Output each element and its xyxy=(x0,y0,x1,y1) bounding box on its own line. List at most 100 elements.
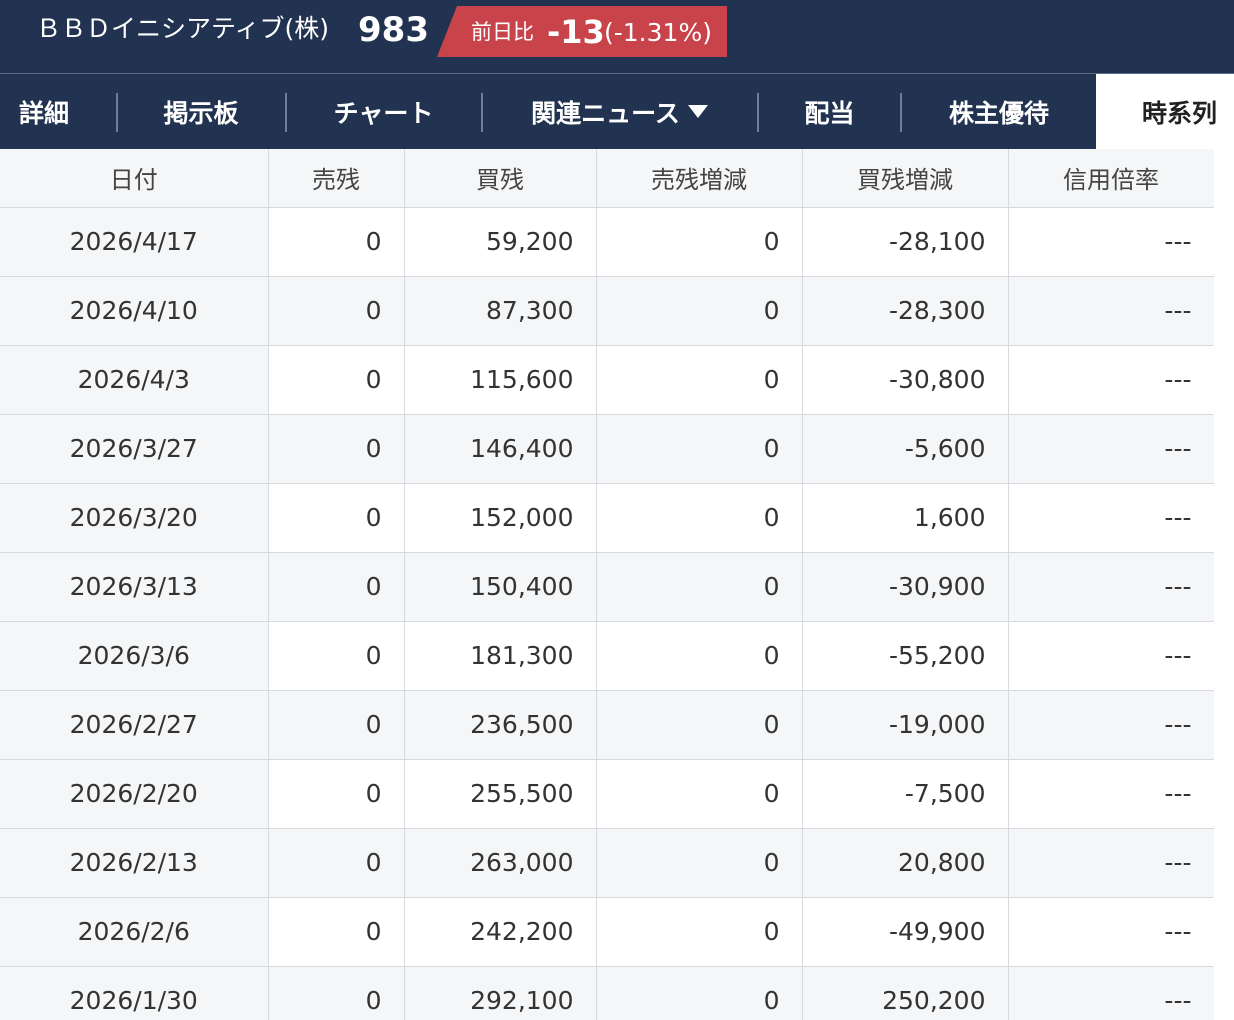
tab-related-news[interactable]: 関連ニュース xyxy=(483,74,756,149)
table-row: 2026/4/10 0 87,300 0 -28,300 --- xyxy=(0,275,1214,346)
margin-balance-table: 日付 売残 買残 売残増減 買残増減 信用倍率 2026/4/17 0 59,2… xyxy=(0,149,1214,1020)
buy-balance-cell: 146,400 xyxy=(403,413,597,484)
tab-label: 関連ニュース xyxy=(531,98,680,128)
sell-change-cell: 0 xyxy=(595,758,803,829)
tab-label: チャート xyxy=(333,98,434,128)
table-row: 2026/2/20 0 255,500 0 -7,500 --- xyxy=(0,758,1214,829)
column-header-date: 日付 xyxy=(0,149,269,208)
change-label: 前日比 xyxy=(471,20,534,44)
buy-balance-cell: 115,600 xyxy=(403,344,597,415)
margin-ratio-cell: --- xyxy=(1007,758,1214,829)
stock-price: 983 xyxy=(358,10,429,50)
buy-change-cell: -55,200 xyxy=(801,620,1009,691)
sell-balance-cell: 0 xyxy=(267,344,405,415)
sell-change-cell: 0 xyxy=(595,620,803,691)
sell-change-cell: 0 xyxy=(595,965,803,1020)
buy-change-cell: -28,100 xyxy=(801,206,1009,277)
buy-balance-cell: 263,000 xyxy=(403,827,597,898)
margin-ratio-cell: --- xyxy=(1007,206,1214,277)
buy-change-cell: 20,800 xyxy=(801,827,1009,898)
sell-balance-cell: 0 xyxy=(267,413,405,484)
tab-detail[interactable]: 詳細 xyxy=(0,74,88,149)
buy-balance-cell: 152,000 xyxy=(403,482,597,553)
tab-chart[interactable]: チャート xyxy=(287,74,480,149)
sell-change-cell: 0 xyxy=(595,827,803,898)
buy-balance-cell: 242,200 xyxy=(403,896,597,967)
price-change-badge: 前日比 -13 (-1.31%) xyxy=(437,6,727,57)
tab-dividend[interactable]: 配当 xyxy=(759,74,900,149)
sell-change-cell: 0 xyxy=(595,689,803,760)
margin-ratio-cell: --- xyxy=(1007,275,1214,346)
company-name: ＢＢＤイニシアティブ(株) xyxy=(36,14,330,43)
buy-change-cell: -30,800 xyxy=(801,344,1009,415)
margin-ratio-cell: --- xyxy=(1007,896,1214,967)
margin-ratio-cell: --- xyxy=(1007,620,1214,691)
tab-label: 配当 xyxy=(804,98,855,128)
column-header-sell-change: 売残増減 xyxy=(595,149,803,208)
date-cell: 2026/3/13 xyxy=(0,551,269,622)
date-cell: 2026/1/30 xyxy=(0,965,269,1020)
tab-label: 株主優待 xyxy=(948,98,1049,128)
buy-change-cell: -5,600 xyxy=(801,413,1009,484)
sell-change-cell: 0 xyxy=(595,896,803,967)
table-row: 2026/3/13 0 150,400 0 -30,900 --- xyxy=(0,551,1214,622)
table-row: 2026/4/17 0 59,200 0 -28,100 --- xyxy=(0,206,1214,277)
column-header-buy-balance: 買残 xyxy=(403,149,597,208)
sell-change-cell: 0 xyxy=(595,206,803,277)
tab-time-series[interactable]: 時系列 xyxy=(1096,74,1234,149)
table-row: 2026/2/27 0 236,500 0 -19,000 --- xyxy=(0,689,1214,760)
stock-header: ＢＢＤイニシアティブ(株) 983 前日比 -13 (-1.31%) xyxy=(0,0,1234,73)
sell-balance-cell: 0 xyxy=(267,206,405,277)
date-cell: 2026/4/3 xyxy=(0,344,269,415)
column-header-sell-balance: 売残 xyxy=(267,149,405,208)
date-cell: 2026/2/6 xyxy=(0,896,269,967)
tab-bbs[interactable]: 掲示板 xyxy=(118,74,284,149)
date-cell: 2026/2/20 xyxy=(0,758,269,829)
table-row: 2026/1/30 0 292,100 0 250,200 --- xyxy=(0,965,1214,1020)
sell-change-cell: 0 xyxy=(595,413,803,484)
date-cell: 2026/3/20 xyxy=(0,482,269,553)
margin-ratio-cell: --- xyxy=(1007,551,1214,622)
margin-ratio-cell: --- xyxy=(1007,827,1214,898)
date-cell: 2026/2/27 xyxy=(0,689,269,760)
sell-balance-cell: 0 xyxy=(267,482,405,553)
margin-ratio-cell: --- xyxy=(1007,413,1214,484)
date-cell: 2026/3/27 xyxy=(0,413,269,484)
table-row: 2026/3/27 0 146,400 0 -5,600 --- xyxy=(0,413,1214,484)
date-cell: 2026/4/17 xyxy=(0,206,269,277)
date-cell: 2026/3/6 xyxy=(0,620,269,691)
buy-change-cell: -30,900 xyxy=(801,551,1009,622)
sell-balance-cell: 0 xyxy=(267,758,405,829)
buy-balance-cell: 87,300 xyxy=(403,275,597,346)
sell-balance-cell: 0 xyxy=(267,827,405,898)
buy-change-cell: -7,500 xyxy=(801,758,1009,829)
buy-change-cell: -19,000 xyxy=(801,689,1009,760)
buy-balance-cell: 181,300 xyxy=(403,620,597,691)
table-row: 2026/3/6 0 181,300 0 -55,200 --- xyxy=(0,620,1214,691)
sell-balance-cell: 0 xyxy=(267,551,405,622)
table-row: 2026/2/13 0 263,000 0 20,800 --- xyxy=(0,827,1214,898)
buy-change-cell: 250,200 xyxy=(801,965,1009,1020)
stock-nav-bar: 詳細 掲示板 チャート 関連ニュース 配当 株主優待 時系列 xyxy=(0,73,1234,149)
margin-balance-table-container[interactable]: 日付 売残 買残 売残増減 買残増減 信用倍率 2026/4/17 0 59,2… xyxy=(0,149,1214,1020)
tab-label: 時系列 xyxy=(1142,98,1218,128)
buy-balance-cell: 292,100 xyxy=(403,965,597,1020)
table-row: 2026/2/6 0 242,200 0 -49,900 --- xyxy=(0,896,1214,967)
margin-ratio-cell: --- xyxy=(1007,344,1214,415)
buy-balance-cell: 255,500 xyxy=(403,758,597,829)
tab-shareholder-benefits[interactable]: 株主優待 xyxy=(902,74,1096,149)
table-row: 2026/4/3 0 115,600 0 -30,800 --- xyxy=(0,344,1214,415)
sell-balance-cell: 0 xyxy=(267,896,405,967)
change-value: -13 xyxy=(547,13,605,51)
date-cell: 2026/2/13 xyxy=(0,827,269,898)
margin-ratio-cell: --- xyxy=(1007,689,1214,760)
sell-balance-cell: 0 xyxy=(267,620,405,691)
table-body: 2026/4/17 0 59,200 0 -28,100 --- 2026/4/… xyxy=(0,206,1214,1020)
change-percent: (-1.31%) xyxy=(604,18,712,47)
tab-label: 詳細 xyxy=(18,98,69,128)
buy-change-cell: -49,900 xyxy=(801,896,1009,967)
sell-change-cell: 0 xyxy=(595,344,803,415)
sell-balance-cell: 0 xyxy=(267,965,405,1020)
buy-balance-cell: 59,200 xyxy=(403,206,597,277)
margin-ratio-cell: --- xyxy=(1007,482,1214,553)
